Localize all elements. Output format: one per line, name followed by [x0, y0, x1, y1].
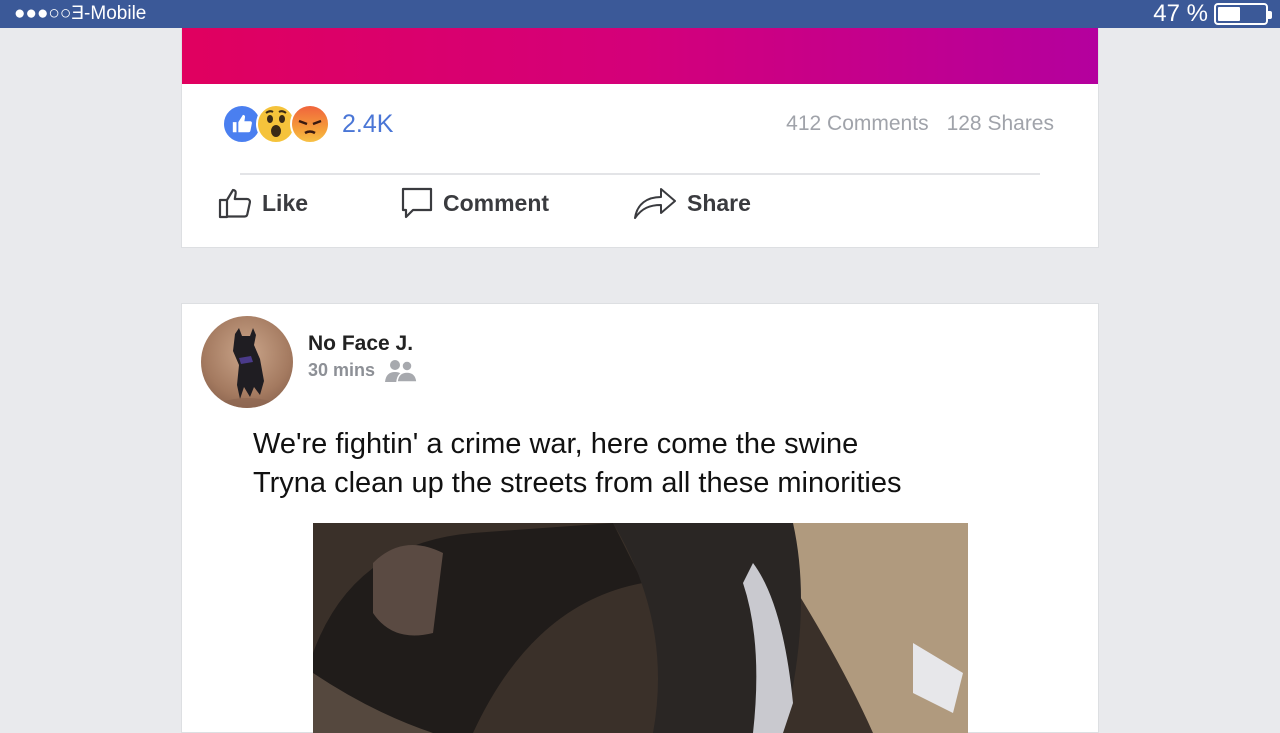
comment-button[interactable]: Comment	[401, 187, 633, 219]
author-name[interactable]: No Face J.	[308, 332, 413, 356]
post-text-line: We're fightin' a crime war, here come th…	[253, 428, 859, 460]
avatar[interactable]	[201, 316, 293, 408]
post-banner-image	[182, 28, 1098, 84]
comment-label: Comment	[443, 189, 550, 216]
battery-icon	[1214, 3, 1272, 25]
reactions-left[interactable]: 2.4K	[222, 104, 393, 144]
status-right: 47 %	[1153, 0, 1272, 28]
friends-icon	[385, 360, 418, 382]
post-text-line: Tryna clean up the streets from all thes…	[253, 467, 902, 499]
shares-count[interactable]: 128 Shares	[947, 112, 1054, 136]
battery-fill	[1218, 7, 1240, 21]
post-photo[interactable]	[313, 523, 968, 733]
reaction-count[interactable]: 2.4K	[342, 110, 393, 139]
post-actions: Like Comment Share	[218, 183, 751, 223]
comment-icon	[401, 187, 433, 219]
share-arrow-icon	[634, 188, 676, 219]
like-button[interactable]: Like	[218, 187, 401, 219]
carrier-label: ●●●○○Ǝ-Mobile	[14, 3, 147, 24]
share-button[interactable]: Share	[633, 186, 751, 220]
status-bar: ●●●○○Ǝ-Mobile 47 %	[0, 0, 1280, 28]
post-card: No Face J. 30 mins We're fightin' a crim…	[181, 303, 1099, 733]
angry-reaction-icon	[290, 104, 330, 144]
photo-content	[313, 523, 968, 733]
reactions-summary: 2.4K 412 Comments 128 Shares	[222, 102, 1054, 146]
like-label: Like	[262, 189, 309, 216]
thumbs-up-icon	[218, 188, 252, 219]
dog-photo	[221, 328, 273, 408]
previous-post-card: 2.4K 412 Comments 128 Shares Like Commen…	[181, 28, 1099, 248]
comments-count[interactable]: 412 Comments	[786, 112, 928, 136]
share-label: Share	[687, 189, 751, 216]
post-meta: 30 mins	[308, 358, 419, 382]
post-stats: 412 Comments 128 Shares	[786, 112, 1054, 136]
battery-percent: 47 %	[1153, 0, 1208, 27]
post-text: We're fightin' a crime war, here come th…	[253, 425, 901, 503]
battery-tip	[1268, 11, 1272, 19]
divider	[240, 173, 1040, 175]
post-time[interactable]: 30 mins	[308, 360, 375, 381]
